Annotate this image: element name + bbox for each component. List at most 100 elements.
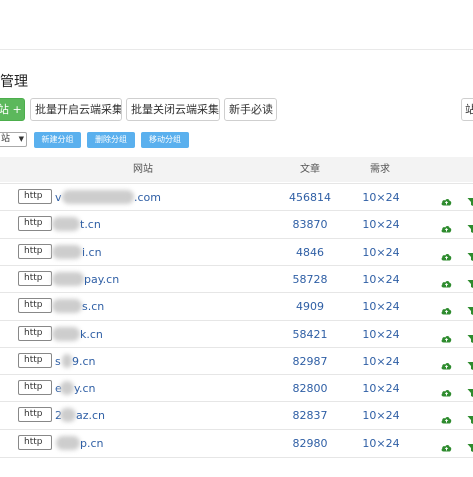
table-row[interactable]: http k.cn 58421 10×24 [0,320,473,348]
batch-enable-cloud-collect-button[interactable]: 批量开启云端采集 [30,98,122,121]
filter-icon[interactable] [467,356,473,370]
site-url[interactable]: e y.cn [55,375,95,402]
cloud-upload-icon[interactable] [441,329,452,343]
site-url-suffix: az.cn [76,409,106,422]
redacted-blur [52,272,84,286]
demand-value[interactable]: 10×24 [358,184,404,211]
demand-value[interactable]: 10×24 [358,266,404,293]
article-count[interactable]: 58421 [280,321,340,348]
protocol-badge[interactable]: http [18,298,52,313]
article-count[interactable]: 82987 [280,348,340,375]
group-select-value: 站 [1,134,11,144]
site-url-suffix: k.cn [80,328,103,341]
protocol-badge[interactable]: http [18,353,52,368]
filter-icon[interactable] [467,383,473,397]
site-url-suffix: pay.cn [84,273,120,286]
table-row[interactable]: http i.cn 4846 10×24 [0,238,473,266]
cloud-upload-icon[interactable] [441,247,452,261]
redacted-blur [52,217,80,231]
protocol-badge[interactable]: http [18,244,52,259]
redacted-blur [52,327,80,341]
page-title: 管理 [0,74,28,90]
table-row[interactable]: http pay.cn 58728 10×24 [0,265,473,293]
group-select[interactable]: 站 ▼ [0,132,27,147]
site-url-suffix: t.cn [80,218,101,231]
redacted-blur [60,381,74,395]
filter-icon[interactable] [467,329,473,343]
site-url-prefix: s [55,355,61,368]
article-count[interactable]: 82980 [280,430,340,457]
site-url[interactable]: 2 az.cn [55,402,105,429]
cloud-upload-icon[interactable] [441,410,452,424]
table-row[interactable]: http t.cn 83870 10×24 [0,210,473,238]
cloud-upload-icon[interactable] [441,301,452,315]
batch-disable-cloud-collect-button[interactable]: 批量关闭云端采集 [126,98,220,121]
cloud-upload-icon[interactable] [441,383,452,397]
column-header-site: 网站 [133,164,153,175]
article-count[interactable]: 82837 [280,402,340,429]
site-url-suffix: i.cn [82,246,102,259]
demand-value[interactable]: 10×24 [358,375,404,402]
move-group-button[interactable]: 移动分组 [141,132,189,148]
protocol-badge[interactable]: http [18,189,52,204]
article-count[interactable]: 456814 [280,184,340,211]
beginner-guide-button[interactable]: 新手必读 [224,98,277,121]
cloud-upload-icon[interactable] [441,438,452,452]
demand-value[interactable]: 10×24 [358,211,404,238]
table-row[interactable]: http v .com 456814 10×24 [0,183,473,211]
demand-value[interactable]: 10×24 [358,293,404,320]
cloud-upload-icon[interactable] [441,356,452,370]
site-url-suffix: s.cn [82,300,105,313]
site-url[interactable]: s 9.cn [55,348,96,375]
protocol-badge[interactable]: http [18,271,52,286]
redacted-blur [60,408,76,422]
filter-icon[interactable] [467,274,473,288]
column-header-demand: 需求 [370,164,390,175]
protocol-badge[interactable]: http [18,380,52,395]
cloud-upload-icon[interactable] [441,274,452,288]
filter-icon[interactable] [467,192,473,206]
site-url-suffix: y.cn [74,382,96,395]
demand-value[interactable]: 10×24 [358,348,404,375]
filter-icon[interactable] [467,247,473,261]
cloud-upload-icon[interactable] [441,219,452,233]
right-toolbar-button[interactable]: 站 [461,98,473,121]
page: 管理 站 + 批量开启云端采集 批量关闭云端采集 新手必读 站 站 ▼ 新建分组… [0,0,473,477]
redacted-blur [62,354,72,368]
delete-group-button[interactable]: 删除分组 [87,132,135,148]
table-row[interactable]: http s 9.cn 82987 10×24 [0,347,473,375]
article-count[interactable]: 83870 [280,211,340,238]
site-url-suffix: p.cn [80,437,104,450]
article-count[interactable]: 58728 [280,266,340,293]
filter-icon[interactable] [467,410,473,424]
add-site-button[interactable]: 站 + [0,98,25,121]
site-url-prefix: v [55,191,62,204]
site-url-suffix: .com [134,191,161,204]
protocol-badge[interactable]: http [18,326,52,341]
demand-value[interactable]: 10×24 [358,239,404,266]
article-count[interactable]: 4846 [280,239,340,266]
demand-value[interactable]: 10×24 [358,321,404,348]
filter-icon[interactable] [467,219,473,233]
filter-icon[interactable] [467,301,473,315]
article-count[interactable]: 82800 [280,375,340,402]
demand-value[interactable]: 10×24 [358,430,404,457]
table-row[interactable]: http s.cn 4909 10×24 [0,292,473,320]
protocol-badge[interactable]: http [18,407,52,422]
table-row[interactable]: http 2 az.cn 82837 10×24 [0,401,473,429]
site-url[interactable]: v .com [55,184,161,211]
table-row[interactable]: http p.cn 82980 10×24 [0,429,473,458]
redacted-blur [52,245,82,259]
cloud-upload-icon[interactable] [441,192,452,206]
redacted-blur [62,190,134,204]
filter-icon[interactable] [467,438,473,452]
article-count[interactable]: 4909 [280,293,340,320]
protocol-badge[interactable]: http [18,435,52,450]
new-group-button[interactable]: 新建分组 [34,132,81,148]
chevron-down-icon: ▼ [18,135,24,143]
column-header-articles: 文章 [300,164,320,175]
site-url-suffix: 9.cn [72,355,96,368]
demand-value[interactable]: 10×24 [358,402,404,429]
protocol-badge[interactable]: http [18,216,52,231]
table-row[interactable]: http e y.cn 82800 10×24 [0,374,473,402]
